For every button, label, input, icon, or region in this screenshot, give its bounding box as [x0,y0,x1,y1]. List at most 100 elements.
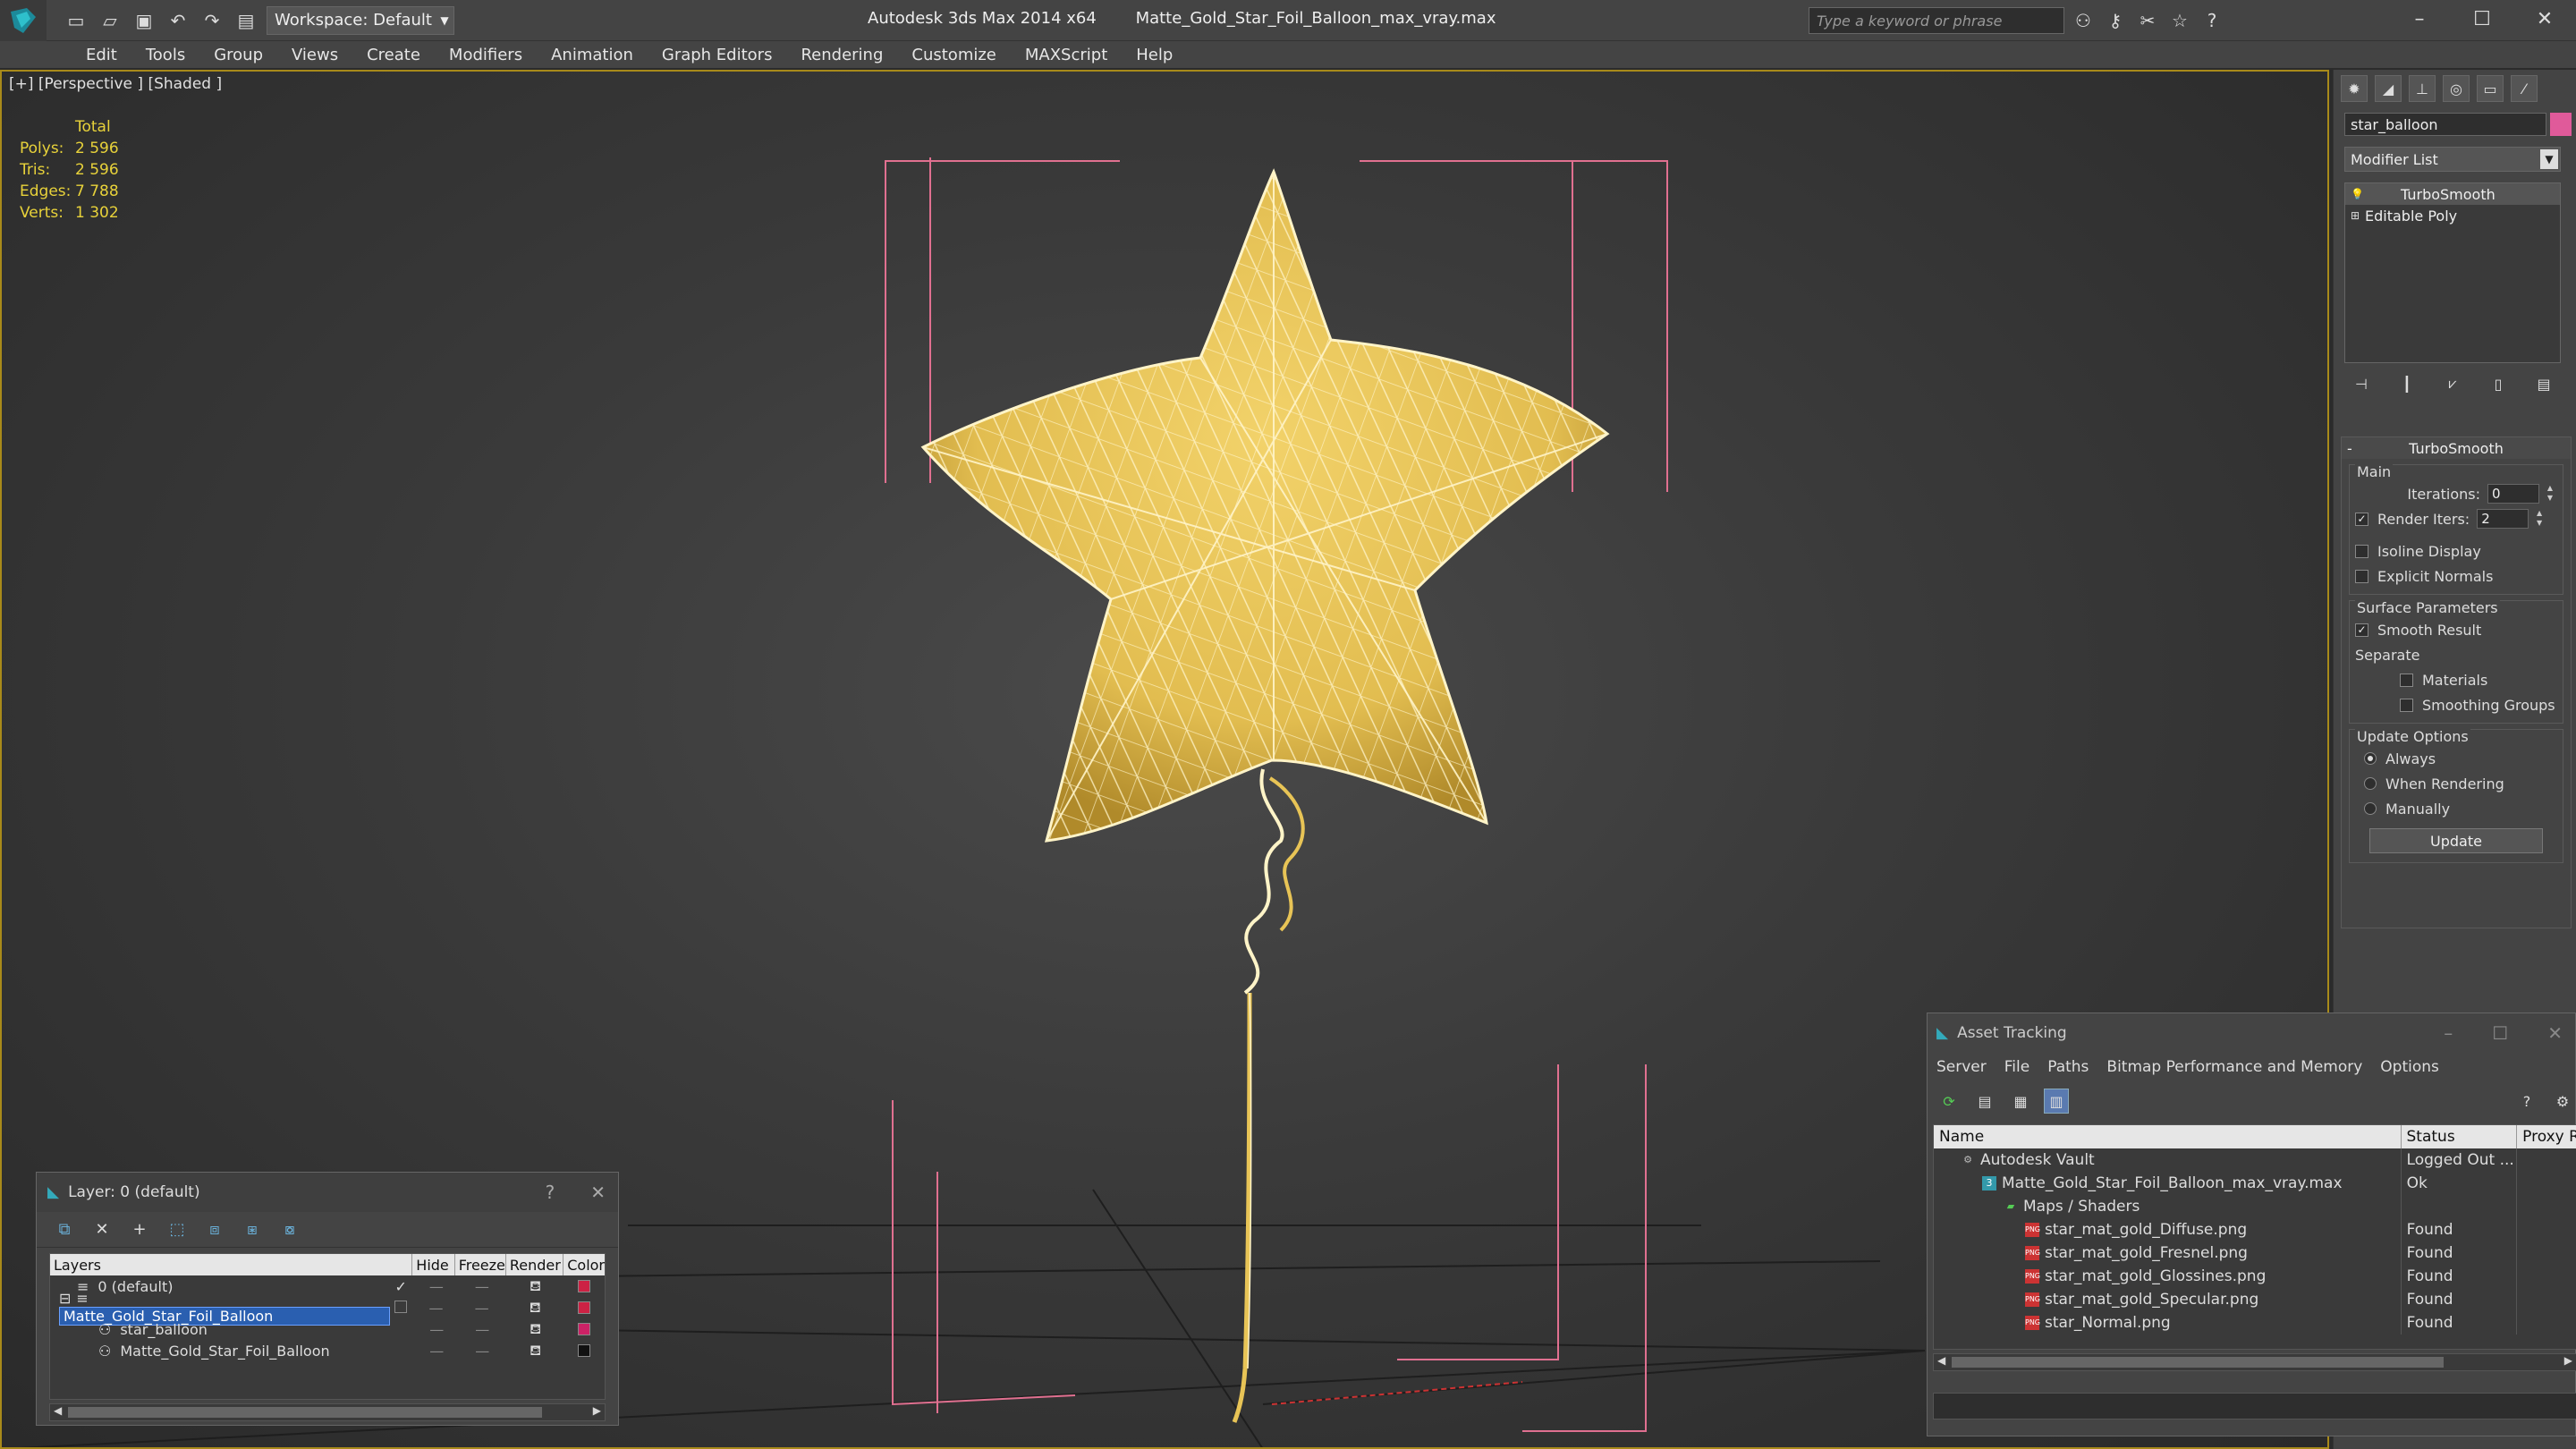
app-logo-icon[interactable] [0,0,47,41]
table-row[interactable]: PNG star_mat_gold_Glossines.png Found [1934,1265,2576,1288]
render-teapot-icon[interactable]: ⛾ [506,1277,564,1296]
close-icon[interactable]: ✕ [590,1182,606,1203]
add-to-layer-icon[interactable]: + [128,1218,151,1241]
scrollbar-thumb[interactable] [68,1407,542,1418]
rollout-header[interactable]: - TurboSmooth [2342,437,2571,459]
stack-item-editable-poly[interactable]: ⊞ Editable Poly [2345,205,2560,226]
column-freeze[interactable]: Freeze [455,1254,506,1275]
maximize-icon[interactable]: ☐ [2492,1022,2508,1044]
scrollbar-thumb[interactable] [1952,1357,2444,1368]
table-row[interactable]: ⊟ ≡Matte_Gold_Star_Foil_Balloon — — ⛾ [50,1290,605,1326]
object-color-swatch[interactable] [578,1344,591,1357]
column-status[interactable]: Status [2402,1125,2518,1148]
layer-color-swatch[interactable] [578,1301,591,1314]
menu-paths[interactable]: Paths [2038,1058,2097,1076]
help-icon[interactable]: ? [2514,1089,2539,1114]
show-end-result-icon[interactable]: ┃ [2395,372,2419,395]
column-name[interactable]: Name [1934,1125,2402,1148]
refresh-icon[interactable]: ⟳ [1936,1089,1962,1114]
highlight-layer-icon[interactable]: ⧈ [203,1218,226,1241]
scroll-left-icon[interactable]: ◀ [1937,1354,1945,1367]
render-iters-checkbox[interactable]: ✓ [2355,512,2368,526]
update-button[interactable]: Update [2369,828,2543,853]
scroll-right-icon[interactable]: ▶ [593,1404,601,1417]
menu-create[interactable]: Create [352,46,435,64]
expand-icon[interactable]: ⊟ [59,1290,71,1307]
minimize-icon[interactable]: – [2388,0,2451,38]
explicit-normals-checkbox[interactable] [2355,569,2368,583]
redo-icon[interactable]: ↷ [199,7,225,34]
table-row[interactable]: ⚙ Autodesk Vault Logged Out ... [1934,1148,2576,1172]
menu-graph-editors[interactable]: Graph Editors [648,46,787,64]
hierarchy-tab-icon[interactable]: ⊥ [2409,75,2436,102]
asset-horizontal-scrollbar[interactable]: ◀ ▶ [1933,1353,2576,1371]
menu-group[interactable]: Group [199,46,277,64]
delete-layer-icon[interactable]: ✕ [90,1218,114,1241]
menu-tools[interactable]: Tools [131,46,199,64]
thumbnail-view-icon[interactable]: ▦ [2008,1089,2033,1114]
render-iters-spinner[interactable]: 2 [2477,508,2542,529]
object-color-swatch[interactable] [578,1323,591,1335]
help-icon[interactable]: ? [2199,7,2225,34]
scroll-right-icon[interactable]: ▶ [2564,1354,2572,1367]
remove-modifier-icon[interactable]: ▯ [2487,372,2510,395]
table-row[interactable]: 3 Matte_Gold_Star_Foil_Balloon_max_vray.m… [1934,1172,2576,1195]
freeze-toggle[interactable]: — [458,1343,507,1360]
settings-icon[interactable]: ⚙ [2550,1089,2575,1114]
current-layer-check[interactable] [394,1300,415,1317]
menu-server[interactable]: Server [1928,1058,1996,1076]
manually-radio[interactable] [2364,802,2377,815]
when-rendering-radio[interactable] [2364,777,2377,790]
star-icon[interactable]: ☆ [2166,7,2193,34]
column-layers[interactable]: Layers [50,1254,413,1275]
materials-checkbox[interactable] [2400,673,2413,687]
hide-all-layers-icon[interactable]: ⧆ [241,1218,264,1241]
maximize-icon[interactable]: ☐ [2451,0,2513,38]
key-icon[interactable]: ⚷ [2102,7,2129,34]
table-row[interactable]: ⚇ Matte_Gold_Star_Foil_Balloon — — ⛾ [50,1340,605,1361]
binoculars-icon[interactable]: ⚇ [2070,7,2097,34]
table-row[interactable]: PNG star_mat_gold_Fresnel.png Found [1934,1241,2576,1265]
render-teapot-icon[interactable]: ⛾ [506,1299,564,1318]
workspace-dropdown[interactable]: Workspace: Default ▼ [267,5,454,35]
new-file-icon[interactable]: ▭ [63,7,89,34]
list-view-icon[interactable]: ▤ [1972,1089,1997,1114]
column-render[interactable]: Render [506,1254,564,1275]
open-file-icon[interactable]: ▱ [97,7,123,34]
project-folder-icon[interactable]: ▤ [233,7,259,34]
tools-icon[interactable]: ✂ [2134,7,2161,34]
search-input[interactable]: Type a keyword or phrase [1809,7,2064,34]
close-icon[interactable]: ✕ [2513,0,2576,38]
smoothing-groups-checkbox[interactable] [2400,698,2413,712]
modify-tab-icon[interactable]: ◢ [2375,75,2402,102]
minimize-icon[interactable]: – [2444,1022,2453,1044]
menu-bitmap-performance[interactable]: Bitmap Performance and Memory [2097,1058,2371,1076]
hide-toggle[interactable]: — [416,1343,458,1360]
hide-toggle[interactable]: — [415,1278,457,1295]
layer-window-titlebar[interactable]: ◣ Layer: 0 (default) ? ✕ [37,1173,618,1212]
smooth-result-checkbox[interactable]: ✓ [2355,623,2368,637]
render-teapot-icon[interactable]: ⛾ [507,1320,564,1339]
create-layer-icon[interactable]: ⧉ [53,1218,76,1241]
configure-modifier-sets-icon[interactable]: ▤ [2532,372,2555,395]
create-tab-icon[interactable]: ✹ [2341,75,2368,102]
menu-help[interactable]: Help [1122,46,1187,64]
freeze-toggle[interactable]: — [458,1321,507,1338]
freeze-toggle[interactable]: — [457,1300,506,1317]
column-color[interactable]: Color [564,1254,605,1275]
table-row[interactable]: PNG star_mat_gold_Specular.png Found [1934,1288,2576,1311]
current-layer-check[interactable]: ✓ [395,1278,416,1295]
hide-toggle[interactable]: — [416,1321,458,1338]
undo-icon[interactable]: ↶ [165,7,191,34]
hide-toggle[interactable]: — [415,1300,457,1317]
table-view-icon[interactable]: ▥ [2044,1089,2069,1114]
menu-options[interactable]: Options [2371,1058,2448,1076]
menu-edit[interactable]: Edit [72,46,131,64]
menu-modifiers[interactable]: Modifiers [435,46,537,64]
help-icon[interactable]: ? [546,1182,555,1203]
menu-rendering[interactable]: Rendering [786,46,897,64]
freeze-all-layers-icon[interactable]: ⧇ [278,1218,301,1241]
isoline-checkbox[interactable] [2355,544,2368,558]
menu-animation[interactable]: Animation [537,46,648,64]
always-radio[interactable] [2364,752,2377,765]
